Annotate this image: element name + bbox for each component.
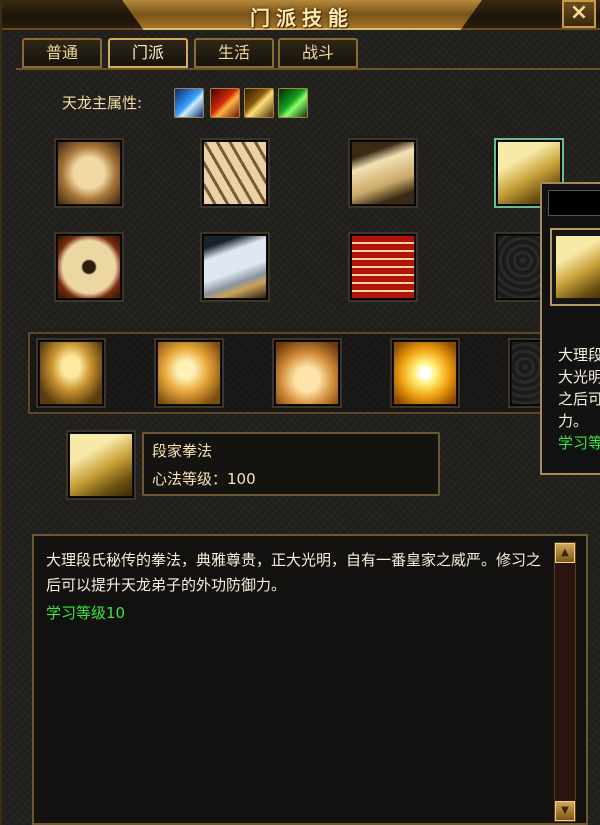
tooltip-text: 大理段 大光明 之后可 力。 学习等	[558, 344, 600, 454]
scroll-icon	[58, 142, 120, 204]
tab-normal[interactable]: 普通	[22, 38, 102, 68]
tooltip-header	[548, 190, 600, 216]
fire-attribute-icon[interactable]	[210, 88, 240, 118]
skill-slot-scroll[interactable]	[54, 138, 124, 208]
skill-slot-open-book[interactable]	[348, 138, 418, 208]
poison-attribute-icon[interactable]	[278, 88, 308, 118]
tab-sect[interactable]: 门派	[108, 38, 188, 68]
tab-divider	[16, 68, 600, 70]
main-attribute-label: 天龙主属性:	[62, 94, 143, 112]
skill-slot-scroll-bundle[interactable]	[200, 138, 270, 208]
palm-icon	[276, 342, 338, 404]
passive-slot-palm[interactable]	[272, 338, 342, 408]
manual-book-icon	[556, 236, 600, 298]
tooltip-line: 大光明	[558, 368, 600, 386]
learn-level-text: 学习等级10	[46, 604, 126, 622]
fist-icon	[158, 342, 220, 404]
scroll-bundle-icon	[204, 142, 266, 204]
skill-name: 段家拳法	[152, 442, 213, 460]
sect-skills-window: 门派技能 × 普通 门派 生活 战斗 天龙主属性: 段家拳法 心法等级：100 …	[0, 0, 600, 825]
passive-slot-armor[interactable]	[36, 338, 106, 408]
window-title: 门派技能	[250, 6, 354, 30]
tooltip-line: 力。	[558, 412, 589, 430]
red-book-stack-icon	[352, 236, 414, 298]
passive-slot-fist[interactable]	[154, 338, 224, 408]
close-button[interactable]: ×	[562, 0, 596, 28]
tooltip-icon-frame	[550, 228, 600, 306]
tab-life[interactable]: 生活	[194, 38, 274, 68]
tooltip-line: 大理段	[558, 346, 600, 364]
ice-attribute-icon[interactable]	[174, 88, 204, 118]
scroll-down-button[interactable]: ▼	[555, 801, 575, 821]
skill-slot-figure-scroll[interactable]	[54, 232, 124, 302]
selected-skill-info: 段家拳法 心法等级：100	[142, 432, 440, 496]
skill-description: 大理段氏秘传的拳法，典雅尊贵，正大光明，自有一番皇家之威严。修习之后可以提升天龙…	[46, 551, 542, 594]
skill-slot-red-book-stack[interactable]	[348, 232, 418, 302]
skill-level: 心法等级：100	[152, 470, 256, 488]
description-panel: 大理段氏秘传的拳法，典雅尊贵，正大光明，自有一番皇家之威严。修习之后可以提升天龙…	[32, 534, 588, 825]
open-book-icon	[352, 142, 414, 204]
tab-combat[interactable]: 战斗	[278, 38, 358, 68]
title-bar[interactable]: 门派技能 ×	[2, 0, 600, 30]
passive-slot-light[interactable]	[390, 338, 460, 408]
golden-armor-icon	[40, 342, 102, 404]
tooltip-learn-level: 学习等	[558, 434, 600, 452]
selected-skill-icon-frame	[66, 430, 136, 500]
description-scrollbar[interactable]: ▲ ▼	[554, 542, 576, 822]
skill-slot-blue-book[interactable]	[200, 232, 270, 302]
skill-tooltip: 大理段 大光明 之后可 力。 学习等	[540, 182, 600, 475]
blue-book-icon	[204, 236, 266, 298]
tooltip-line: 之后可	[558, 390, 600, 408]
figure-scroll-icon	[58, 236, 120, 298]
light-burst-icon	[394, 342, 456, 404]
manual-book-icon	[70, 434, 132, 496]
scroll-up-button[interactable]: ▲	[555, 543, 575, 563]
lightning-attribute-icon[interactable]	[244, 88, 274, 118]
